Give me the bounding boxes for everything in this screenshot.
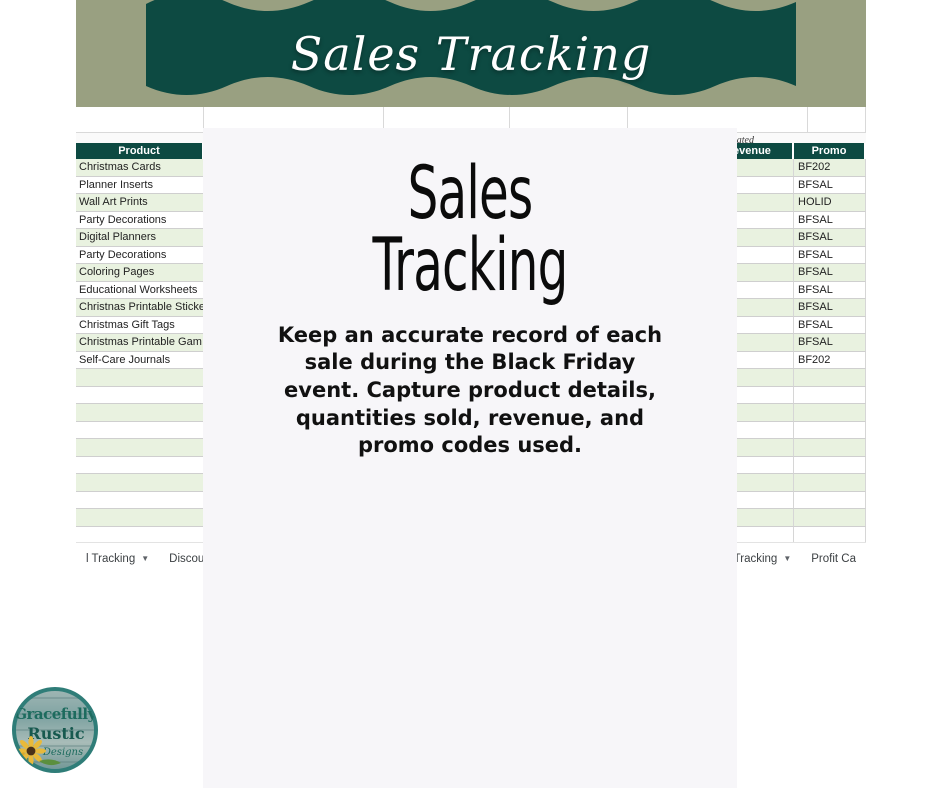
svg-text:Rustic: Rustic <box>27 724 84 743</box>
cell-product[interactable] <box>76 456 204 474</box>
sheet-tab[interactable]: Profit Ca <box>801 543 866 574</box>
cell-product[interactable] <box>76 439 204 457</box>
sheet-tab-label: l Tracking <box>86 552 136 565</box>
cell-product[interactable]: Digital Planners <box>76 229 204 247</box>
cell-promo[interactable]: BFSAL <box>794 316 866 334</box>
cell-product[interactable]: Wall Art Prints <box>76 194 204 212</box>
column-header[interactable]: Product <box>76 143 204 159</box>
overlay-title-line1: Sales <box>407 149 534 236</box>
chevron-down-icon[interactable]: ▼ <box>783 554 791 563</box>
screenshot-root: Sales Tracking ated Product Revenue Promo … <box>0 0 940 788</box>
cell-product[interactable]: Christnas Printable Sticke <box>76 299 204 317</box>
cell-promo[interactable]: BFSAL <box>794 211 866 229</box>
cell-product[interactable]: Self-Care Journals <box>76 351 204 369</box>
cell-promo[interactable] <box>794 491 866 509</box>
sheet-tab[interactable]: l Tracking ▼ <box>76 543 159 574</box>
cell-product[interactable]: Christmas Gift Tags <box>76 316 204 334</box>
brand-logo: Gracefully Rustic Designs <box>9 683 101 783</box>
cell-promo[interactable]: BFSAL <box>794 229 866 247</box>
cell-product[interactable] <box>76 509 204 527</box>
cell-promo[interactable] <box>794 509 866 527</box>
svg-text:Gracefully: Gracefully <box>14 705 97 723</box>
cell-promo[interactable] <box>794 369 866 387</box>
column-header[interactable]: Promo <box>794 143 866 159</box>
cell-promo[interactable]: HOLID <box>794 194 866 212</box>
top-strip-cell <box>808 107 866 132</box>
cell-product[interactable] <box>76 421 204 439</box>
cell-promo[interactable]: BFSAL <box>794 176 866 194</box>
cell-product[interactable]: Coloring Pages <box>76 264 204 282</box>
cell-promo[interactable]: BFSAL <box>794 334 866 352</box>
svg-text:Designs: Designs <box>42 747 83 758</box>
cell-promo[interactable]: BFSAL <box>794 246 866 264</box>
cell-product[interactable] <box>76 386 204 404</box>
cell-promo[interactable] <box>794 456 866 474</box>
cell-product[interactable]: Christmas Printable Gam <box>76 334 204 352</box>
cell-promo[interactable] <box>794 439 866 457</box>
top-strip-cell <box>76 107 204 132</box>
cell-promo[interactable] <box>794 474 866 492</box>
cell-promo[interactable]: BFSAL <box>794 281 866 299</box>
cell-promo[interactable]: BF202 <box>794 159 866 177</box>
overlay-title: Sales Tracking <box>262 149 679 308</box>
cell-promo[interactable]: BFSAL <box>794 264 866 282</box>
cell-product[interactable]: Christmas Cards <box>76 159 204 177</box>
cell-product[interactable]: Planner Inserts <box>76 176 204 194</box>
banner-title: Sales Tracking <box>290 27 652 81</box>
overlay-title-line2: Tracking <box>372 221 568 308</box>
overlay-description: Keep an accurate record of each sale dur… <box>277 322 663 458</box>
sheet-tab-label: Profit Ca <box>811 552 856 565</box>
cell-promo[interactable]: BFSAL <box>794 299 866 317</box>
cell-product[interactable] <box>76 491 204 509</box>
cell-product[interactable] <box>76 474 204 492</box>
cell-product[interactable] <box>76 369 204 387</box>
cell-promo[interactable] <box>794 404 866 422</box>
info-overlay-card: Sales Tracking Keep an accurate record o… <box>203 128 737 788</box>
cell-product[interactable]: Party Decorations <box>76 246 204 264</box>
cell-promo[interactable] <box>794 386 866 404</box>
cell-promo[interactable]: BF202 <box>794 351 866 369</box>
cell-product[interactable]: Party Decorations <box>76 211 204 229</box>
cell-product[interactable] <box>76 404 204 422</box>
cell-product[interactable]: Educational Worksheets <box>76 281 204 299</box>
cell-promo[interactable] <box>794 421 866 439</box>
chevron-down-icon[interactable]: ▼ <box>141 554 149 563</box>
